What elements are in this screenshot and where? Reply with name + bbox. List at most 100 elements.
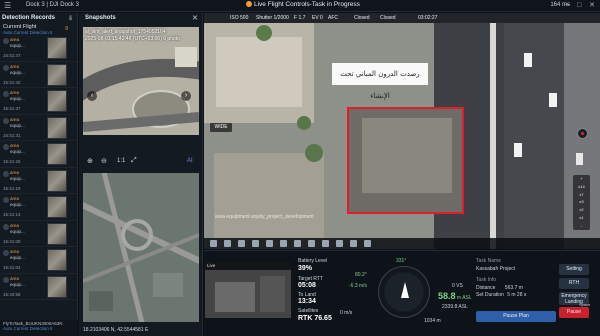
layers-icon[interactable]: [364, 240, 371, 247]
satellite-map[interactable]: [83, 173, 199, 322]
altitude-value: 58.8 m ASL: [438, 291, 472, 301]
record-button[interactable]: [577, 128, 588, 139]
horizontal-speed: 0 m/s: [340, 310, 353, 316]
record-time: 15:41:14: [3, 212, 21, 217]
ai-button[interactable]: AI: [187, 158, 193, 164]
pitch-value: 80.2°: [355, 272, 367, 278]
record-subtitle: equip...: [10, 96, 25, 101]
record-time: 15:41:04: [3, 265, 21, 270]
record-subtitle: equip...: [10, 69, 25, 75]
record-thumbnail[interactable]: [47, 63, 67, 86]
detection-record[interactable]: area equip... 15:41:31: [0, 115, 77, 141]
detection-type-icon: [3, 276, 9, 283]
zoom-in-icon[interactable]: ⊕: [87, 157, 93, 165]
fit-icon[interactable]: ⤢: [131, 157, 137, 165]
detection-record[interactable]: area equip... 15:40:58: [0, 274, 77, 300]
zoom-out-icon[interactable]: ⊖: [101, 157, 107, 165]
settings-icon[interactable]: [350, 240, 357, 247]
snapshot-image[interactable]: ai_vlm_alert_snapshot_1754052164 2025-08…: [83, 27, 199, 135]
battery-value: 39%: [298, 265, 313, 272]
record-thumbnail[interactable]: [47, 143, 67, 165]
map-imagery: [83, 173, 199, 322]
exposure-icon[interactable]: [322, 240, 329, 247]
zoom-level-option[interactable]: x3: [573, 198, 590, 206]
record-thumbnail[interactable]: [47, 222, 67, 245]
detection-records-header: Detection Records ⇩: [2, 15, 73, 22]
record-title: area: [10, 196, 20, 201]
photo-icon[interactable]: [224, 240, 231, 247]
settings-button[interactable]: Setting: [559, 264, 589, 275]
record-time: 15:40:58: [3, 291, 21, 297]
detection-record[interactable]: area equip... 15:41:09: [0, 221, 77, 247]
record-thumbnail[interactable]: [47, 169, 67, 192]
heading-value: 331°: [396, 258, 407, 264]
detection-record[interactable]: area equip... 15:41:26: [0, 141, 77, 168]
video-icon[interactable]: [238, 240, 245, 247]
task-footer: FlyToTask_BUUKN3000A63N Auto Current Det…: [0, 320, 78, 336]
zoom-level-option[interactable]: x7: [573, 191, 590, 199]
app-title: Dock 3 | DJI Dock 3: [26, 2, 79, 8]
next-snapshot-button[interactable]: ›: [181, 91, 191, 101]
pause-plan-button[interactable]: Pause Plan: [476, 311, 556, 322]
secondary-video-frame: [205, 270, 291, 318]
zoom-level-option[interactable]: x1: [573, 214, 590, 222]
window-controls[interactable]: ─ □ ✕: [564, 1, 598, 9]
detection-record[interactable]: area equip... 15:41:47: [0, 35, 77, 62]
flight-status: Live Flight Controls-Task in Progress: [246, 1, 360, 8]
detection-type-icon: [3, 197, 9, 203]
menu-icon[interactable]: ☰: [4, 1, 11, 10]
focus-icon[interactable]: [308, 240, 315, 247]
zoom-ratio[interactable]: 1:1: [117, 158, 125, 164]
records-list: area equip... 15:41:47 area equip... 15:41:42…: [0, 35, 77, 300]
detection-record[interactable]: area equip... 15:41:14: [0, 194, 77, 221]
snapshots-header: Snapshots ✕: [85, 14, 198, 22]
current-flight-filter[interactable]: Current Flight Auto Current Detection II…: [0, 23, 77, 35]
ai-detect-icon[interactable]: [294, 240, 301, 247]
zoom-level-option[interactable]: x14: [573, 183, 590, 191]
wide-lens-button[interactable]: WIDE: [210, 123, 232, 132]
record-thumbnail[interactable]: [47, 90, 67, 112]
detection-record[interactable]: area equip... 15:41:19: [0, 168, 77, 194]
zoom-level-option[interactable]: -: [573, 222, 590, 230]
camera-status-bar: ISO 500 Shutter 1/2000 F 1.7 EV 0 AFC Cl…: [204, 13, 600, 23]
close-icon[interactable]: ✕: [192, 14, 198, 22]
gimbal-icon[interactable]: [252, 240, 259, 247]
record-title: area: [10, 37, 20, 42]
detection-record[interactable]: area equip... 15:41:04: [0, 247, 77, 274]
record-thumbnail[interactable]: [47, 275, 67, 298]
return-to-home-button[interactable]: RTH: [559, 278, 589, 289]
detection-type-icon: [3, 144, 9, 150]
snapshot-aerial-photo: [83, 27, 199, 135]
grid-icon[interactable]: [266, 240, 273, 247]
export-icon[interactable]: ⇩: [68, 15, 73, 22]
record-subtitle: equip...: [10, 43, 25, 48]
shutter-value: Shutter 1/2000: [256, 15, 289, 21]
record-subtitle: equip...: [10, 175, 25, 181]
previous-snapshot-button[interactable]: ‹: [87, 91, 97, 101]
detection-type-icon: [3, 117, 9, 124]
altitude-asl: 2339.8 ASL: [442, 304, 468, 310]
detection-records-panel: Detection Records ⇩ Current Flight Auto C…: [0, 13, 78, 336]
camera-icon[interactable]: [210, 240, 217, 247]
zoom-level-option[interactable]: x2: [573, 206, 590, 214]
aperture-value: F 1.7: [294, 15, 306, 21]
detection-record[interactable]: area equip... 15:41:42: [0, 62, 77, 88]
storage-icon[interactable]: [336, 240, 343, 247]
record-thumbnail[interactable]: [47, 249, 67, 271]
zoom-level-option[interactable]: +: [573, 175, 590, 183]
camera-toolbar: [204, 238, 600, 249]
ir-icon[interactable]: [280, 240, 287, 247]
detection-record[interactable]: area equip... 15:41:37: [0, 88, 77, 115]
map-coordinates: 18.2103406 N, 42.5544581 E: [83, 327, 149, 333]
record-thumbnail[interactable]: [47, 116, 67, 139]
land-value: 13:34: [298, 298, 316, 305]
secondary-camera-view[interactable]: Live: [205, 262, 291, 318]
record-thumbnail[interactable]: [47, 37, 67, 59]
zoom-control[interactable]: + x14 x7 x3 x2 x1-: [573, 175, 590, 230]
battery-label: Battery Level: [298, 258, 328, 264]
record-title: area: [10, 63, 20, 69]
record-time: 15:41:31: [3, 132, 21, 138]
record-thumbnail[interactable]: [47, 196, 67, 218]
pause-button[interactable]: Pause: [559, 307, 589, 318]
record-subtitle: equip...: [10, 281, 25, 287]
